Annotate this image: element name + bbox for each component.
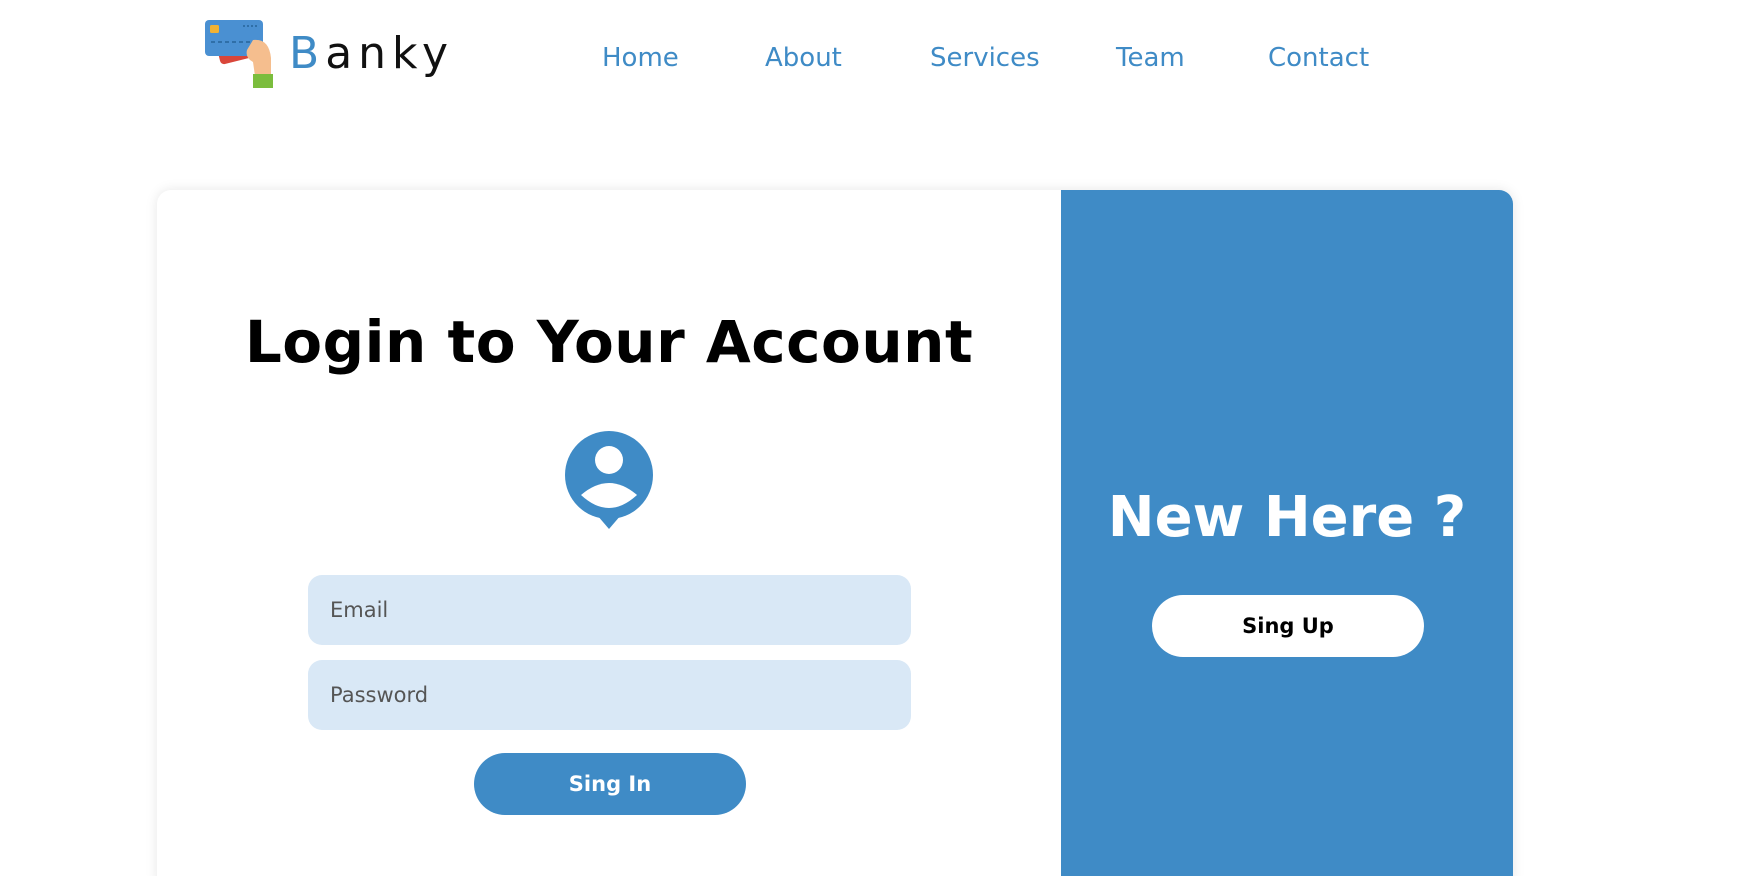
nav-about[interactable]: About (765, 38, 842, 78)
auth-card: Login to Your Account Sing In New Here ?… (157, 190, 1513, 876)
email-field[interactable] (308, 575, 911, 645)
nav-contact[interactable]: Contact (1268, 38, 1369, 78)
sign-in-button[interactable]: Sing In (474, 753, 746, 815)
user-location-icon (565, 431, 653, 529)
nav-team[interactable]: Team (1116, 38, 1185, 78)
new-here-heading: New Here ? (1107, 485, 1467, 550)
login-title: Login to Your Account (244, 308, 974, 376)
sign-up-button[interactable]: Sing Up (1152, 595, 1424, 657)
signup-panel: New Here ? Sing Up (1061, 190, 1513, 876)
main-nav: Home About Services Team Contact (0, 38, 1744, 78)
nav-services[interactable]: Services (930, 38, 1040, 78)
page: Banky Home About Services Team Contact L… (0, 0, 1744, 876)
password-field[interactable] (308, 660, 911, 730)
nav-home[interactable]: Home (602, 38, 679, 78)
